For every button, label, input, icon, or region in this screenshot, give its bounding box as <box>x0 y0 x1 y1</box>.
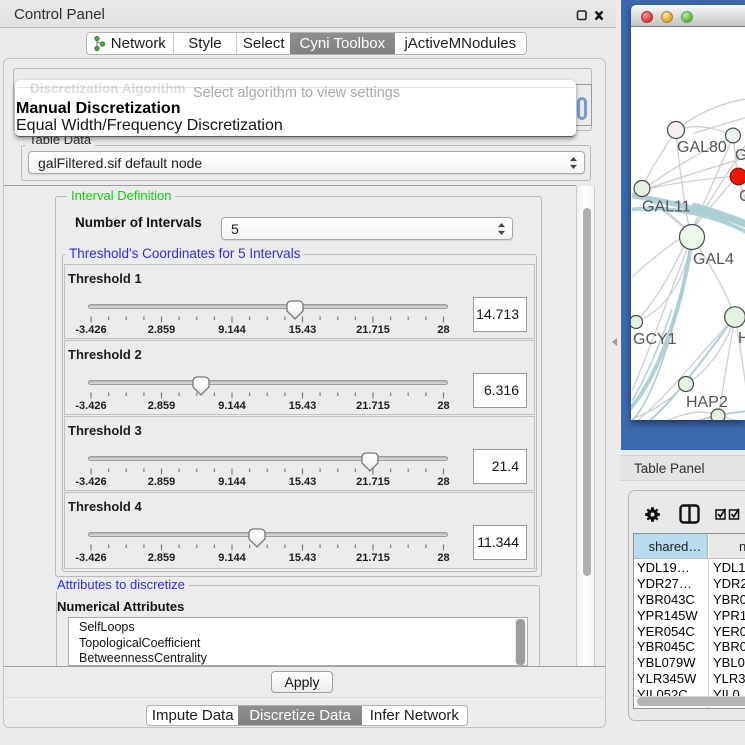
svg-text:GCY1: GCY1 <box>633 331 677 348</box>
svg-text:GAL11: GAL11 <box>642 199 691 216</box>
svg-text:HAP1: HAP1 <box>738 330 745 347</box>
svg-text:GAL4: GAL4 <box>693 251 734 268</box>
svg-text:GAL80: GAL80 <box>677 139 727 156</box>
svg-text:CDC2: CDC2 <box>739 188 745 205</box>
svg-text:HAP2: HAP2 <box>686 394 728 411</box>
svg-text:GAL3: GAL3 <box>735 147 745 164</box>
